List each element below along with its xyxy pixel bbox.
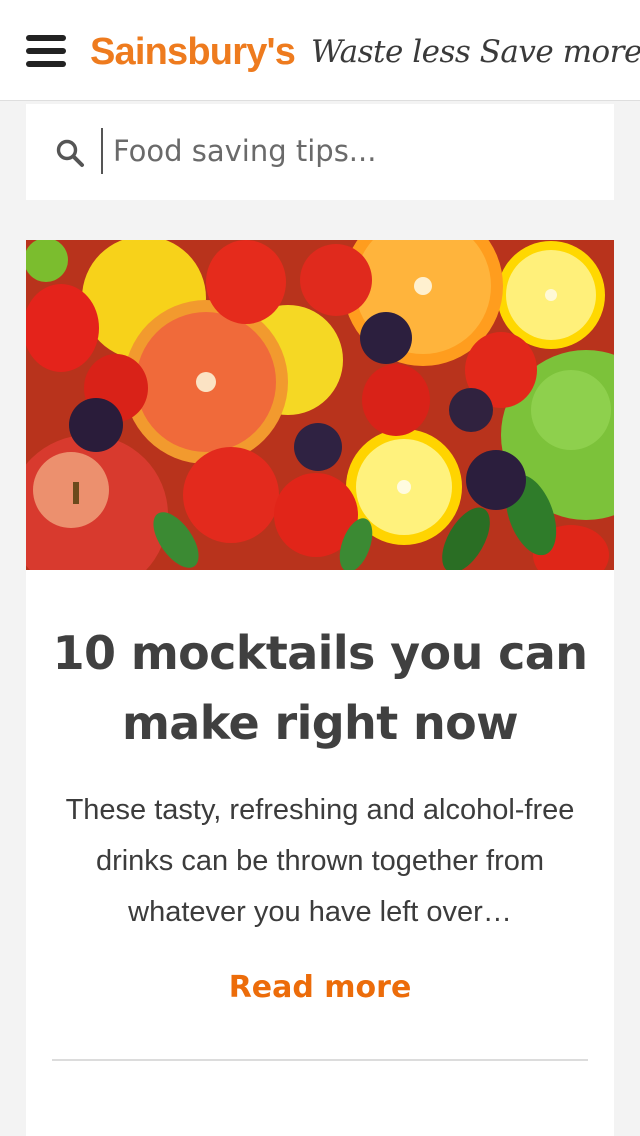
search-icon[interactable] xyxy=(55,138,85,168)
divider xyxy=(52,1059,588,1061)
app-header: Sainsbury's Waste less Save more xyxy=(0,0,640,101)
logo[interactable]: Sainsbury's xyxy=(90,28,296,76)
article-description: These tasty, refreshing and alcohol-free… xyxy=(65,794,575,928)
article-image[interactable] xyxy=(26,240,614,570)
read-more-link[interactable]: Read more xyxy=(26,965,614,1011)
hamburger-icon[interactable] xyxy=(26,35,66,67)
article-title[interactable]: 10 mocktails you can make right now xyxy=(26,618,614,758)
article-card: 10 mocktails you can make right now Thes… xyxy=(26,240,614,1136)
fruit-image xyxy=(26,240,614,570)
tagline: Waste less Save more xyxy=(311,34,640,70)
search-input[interactable] xyxy=(101,128,591,174)
